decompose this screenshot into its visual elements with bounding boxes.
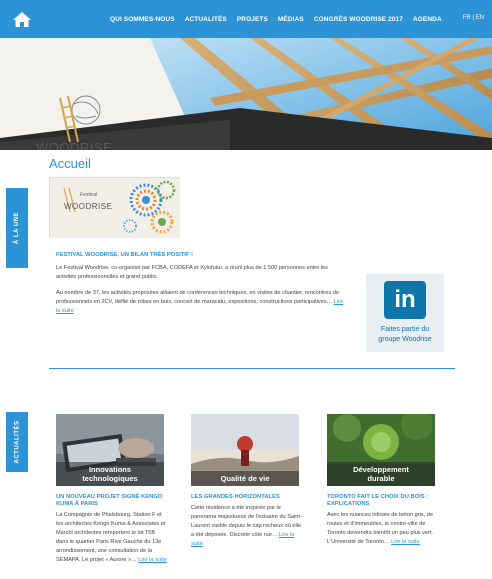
nav-item-projets[interactable]: PROJETS: [237, 16, 268, 23]
news-card: Développement durable TORONTO FAIT LE CH…: [327, 414, 439, 547]
linkedin-text-line1: Faites partie du: [380, 326, 430, 333]
card-title[interactable]: LES GRANDES HORIZONTALES: [191, 494, 303, 501]
news-card: Qualité de vie LES GRANDES HORIZONTALES …: [191, 414, 303, 549]
header-banner: WOODRISE: [0, 38, 492, 150]
linkedin-icon: in: [384, 281, 426, 319]
nav-item-agenda[interactable]: AGENDA: [413, 16, 442, 23]
card-image[interactable]: Développement durable: [327, 414, 435, 486]
card-text: Avec les nuances infinies de béton gris,…: [327, 512, 434, 545]
tab-a-la-une[interactable]: À LA UNE: [6, 188, 28, 268]
nav-item-actualites[interactable]: ACTUALITÉS: [185, 16, 227, 23]
read-more-link[interactable]: Lire la suite: [138, 557, 167, 563]
featured-paragraph-1: Le Festival Woodrise, co-organisé par FC…: [56, 265, 328, 280]
news-card: Innovations technologiques UN NOUVEAU PR…: [56, 414, 168, 565]
nav-item-qui-sommes-nous[interactable]: QUI SOMMES-NOUS: [110, 16, 175, 23]
card-image[interactable]: Qualité de vie: [191, 414, 299, 486]
card-image[interactable]: Innovations technologiques: [56, 414, 164, 486]
card-caption: Qualité de vie: [191, 471, 299, 486]
featured-image-festival-label: Festival: [80, 192, 98, 198]
main-menu: QUI SOMMES-NOUS ACTUALITÉS PROJETS MÉDIA…: [110, 0, 442, 38]
card-caption: Développement durable: [327, 462, 435, 486]
linkedin-text: Faites partie du groupe Woodrise: [366, 325, 444, 345]
nav-item-medias[interactable]: MÉDIAS: [278, 16, 304, 23]
featured-paragraph-2-text: Au nombre de 37, les activités proposées…: [56, 290, 339, 305]
card-caption: Innovations technologiques: [56, 462, 164, 486]
featured-image[interactable]: Festival WOODRISE: [49, 177, 180, 238]
linkedin-text-line2: groupe Woodrise: [378, 336, 432, 343]
card-text: La Compagnie de Phalsbourg, Station F et…: [56, 512, 167, 563]
logo-text: WOODRISE: [36, 140, 113, 150]
top-nav-bar: QUI SOMMES-NOUS ACTUALITÉS PROJETS MÉDIA…: [0, 0, 492, 38]
linkedin-box[interactable]: in Faites partie du groupe Woodrise: [366, 274, 444, 352]
card-title[interactable]: UN NOUVEAU PROJET SIGNÉ KENGO KUMA À PAR…: [56, 494, 168, 508]
home-icon[interactable]: [12, 10, 32, 28]
featured-paragraph-2: Au nombre de 37, les activités proposées…: [56, 289, 346, 316]
featured-image-logo-text: WOODRISE: [64, 202, 113, 211]
language-switcher[interactable]: FR | EN: [463, 15, 484, 21]
nav-item-congres[interactable]: CONGRÈS WOODRISE 2017: [314, 16, 403, 23]
tab-actualites[interactable]: ACTUALITÉS: [6, 412, 28, 472]
section-divider: [49, 368, 455, 369]
read-more-link[interactable]: Lire la suite: [391, 539, 420, 545]
card-title[interactable]: TORONTO FAIT LE CHOIX DU BOIS : EXPLICAT…: [327, 494, 439, 508]
featured-title[interactable]: FESTIVAL WOODRISE, UN BILAN TRÈS POSITIF…: [56, 252, 193, 258]
page-title: Accueil: [49, 156, 91, 171]
card-text: Cette résidence a été inspirée par le pa…: [191, 505, 302, 547]
